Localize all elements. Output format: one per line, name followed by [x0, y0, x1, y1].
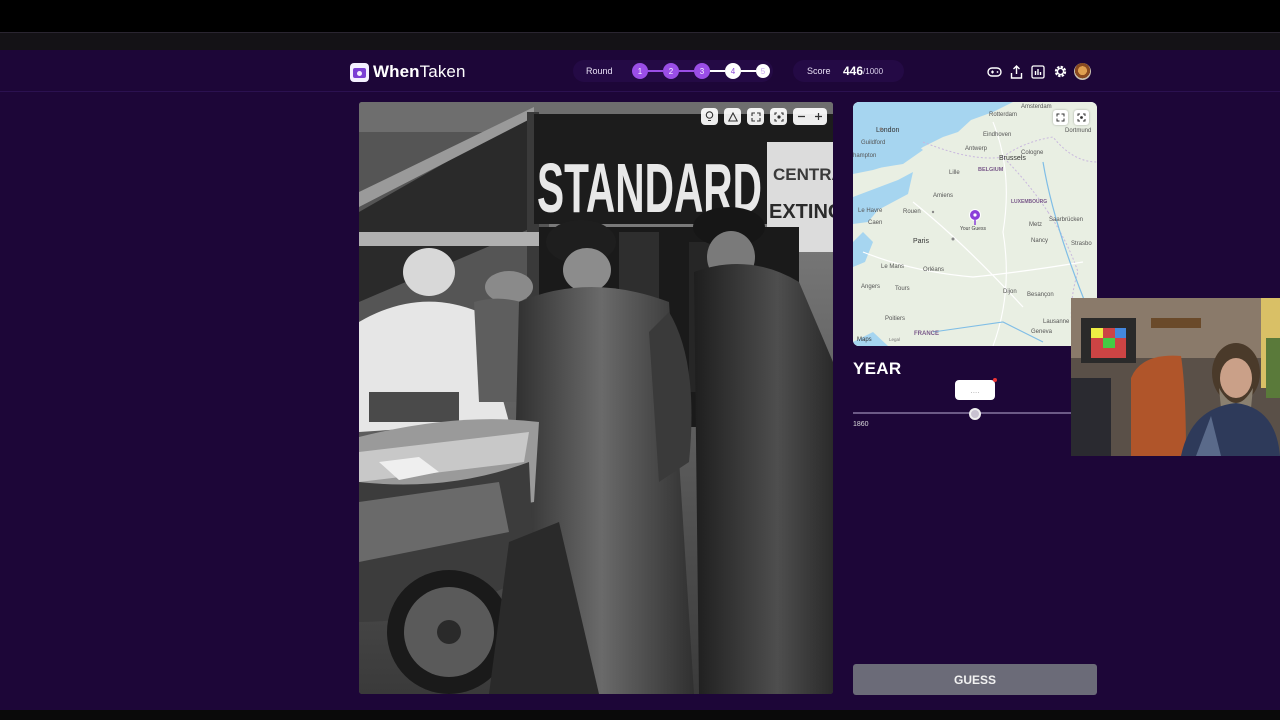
map-label-amiens: Amiens [933, 193, 953, 199]
map-label-france: FRANCE [914, 331, 939, 337]
map-label-lausanne: Lausanne [1043, 319, 1070, 325]
round-step-1: 1 [632, 63, 648, 79]
map-label-belgium: BELGIUM [978, 167, 1004, 173]
zoom-out-icon[interactable] [793, 108, 810, 125]
year-value-bubble: .... [955, 378, 997, 400]
score-value: 446 [843, 64, 864, 78]
camera-logo-icon [350, 62, 369, 82]
webcam-overlay [1071, 298, 1280, 456]
map-label-guildford: Guildford [861, 140, 885, 146]
gear-icon[interactable] [1052, 64, 1068, 80]
map-label-antwerp: Antwerp [965, 146, 988, 152]
focus-icon[interactable] [770, 108, 787, 125]
guess-button[interactable]: GUESS [853, 664, 1097, 695]
map-label-brussels: Brussels [999, 155, 1026, 162]
score-indicator: Score 446/1000 [793, 60, 904, 82]
map-label-saarbrucken: Saarbrücken [1049, 217, 1083, 223]
map-label-lille: Lille [949, 170, 960, 176]
round-step-3: 3 [694, 63, 710, 79]
avatar[interactable] [1074, 63, 1091, 80]
map-label-metz: Metz [1029, 222, 1042, 228]
map-label-le-mans: Le Mans [881, 264, 904, 270]
header-icons [986, 63, 1091, 80]
year-slider-min-label: 1860 [853, 421, 869, 428]
map-label-luxembourg: LUXEMBOURG [1011, 199, 1047, 205]
screen-top-bar [0, 0, 1280, 32]
map-label-eindhoven: Eindhoven [983, 132, 1011, 138]
map-label-caen: Caen [868, 220, 882, 226]
triangle-icon[interactable] [724, 108, 741, 125]
zoom-in-icon[interactable] [810, 108, 827, 125]
year-heading: YEAR [853, 359, 902, 378]
map-label-dortmund: Dortmund [1065, 128, 1091, 134]
round-connector [741, 70, 756, 72]
year-slider-thumb[interactable] [969, 408, 981, 420]
map-label-rotterdam: Rotterdam [989, 112, 1017, 118]
round-indicator: Round 1 2 3 4 5 [573, 60, 773, 82]
share-icon[interactable] [1008, 64, 1024, 80]
stats-icon[interactable] [1030, 64, 1046, 80]
score-max: /1000 [863, 66, 884, 76]
map-fullscreen-icon[interactable] [1053, 110, 1068, 125]
map-label-besancon: Besançon [1027, 292, 1054, 298]
map-label-rouen: Rouen [903, 209, 921, 215]
photo-sign-text-2: EXTINCTE [769, 201, 833, 223]
fullscreen-icon[interactable] [747, 108, 764, 125]
historical-photo[interactable]: STANDARD CENTRA EXTINCTE [359, 102, 833, 694]
map-label-orleans: Orléans [923, 267, 944, 273]
map-label-angers: Angers [861, 284, 880, 290]
map-label-amsterdam: Amsterdam [1021, 104, 1052, 110]
hint-bulb-icon[interactable] [701, 108, 718, 125]
map-label-le-havre: Le Havre [858, 208, 883, 214]
logo[interactable]: WhenTaken [350, 62, 466, 82]
logo-text: WhenTaken [373, 62, 466, 81]
map-credit: Maps [857, 337, 872, 343]
round-label: Round [586, 66, 613, 76]
map-label-geneva: Geneva [1031, 329, 1053, 335]
round-connector [648, 70, 663, 72]
map-label-nancy: Nancy [1031, 238, 1048, 244]
round-step-4-current: 4 [725, 63, 741, 79]
map-label-strasbourg: Strasbo [1071, 241, 1092, 247]
map-label-your-guess: Your Guess [960, 226, 986, 232]
map-label-poitiers: Poitiers [885, 316, 905, 322]
map-legal-link[interactable]: Legal [889, 337, 900, 342]
round-connector [679, 70, 694, 72]
photo-toolbar [701, 108, 827, 125]
map-label-dijon: Dijon [1003, 289, 1017, 295]
map-label-tours: Tours [895, 286, 910, 292]
map-label-cologne: Cologne [1021, 150, 1044, 156]
browser-chrome-strip [0, 32, 1280, 50]
map-label-hampton: hampton [853, 153, 876, 159]
round-steps: 1 2 3 4 5 [632, 63, 770, 79]
map-label-paris: Paris [913, 238, 929, 245]
map-label-london: London [876, 127, 899, 134]
screen-bottom-bar [0, 710, 1280, 720]
zoom-controls [793, 108, 827, 125]
round-connector [710, 70, 725, 72]
round-step-5: 5 [756, 64, 770, 78]
photo-sign-text-1: CENTRA [773, 165, 833, 184]
gamepad-icon[interactable] [986, 64, 1002, 80]
map-recenter-icon[interactable] [1074, 110, 1089, 125]
map-toolbar [1053, 110, 1089, 125]
guess-map[interactable]: Amsterdam Rotterdam London Guildford ham… [853, 102, 1097, 346]
round-step-2: 2 [663, 63, 679, 79]
header: WhenTaken Round 1 2 3 4 5 Score 446/1000 [0, 50, 1280, 92]
score-label: Score [807, 66, 831, 76]
